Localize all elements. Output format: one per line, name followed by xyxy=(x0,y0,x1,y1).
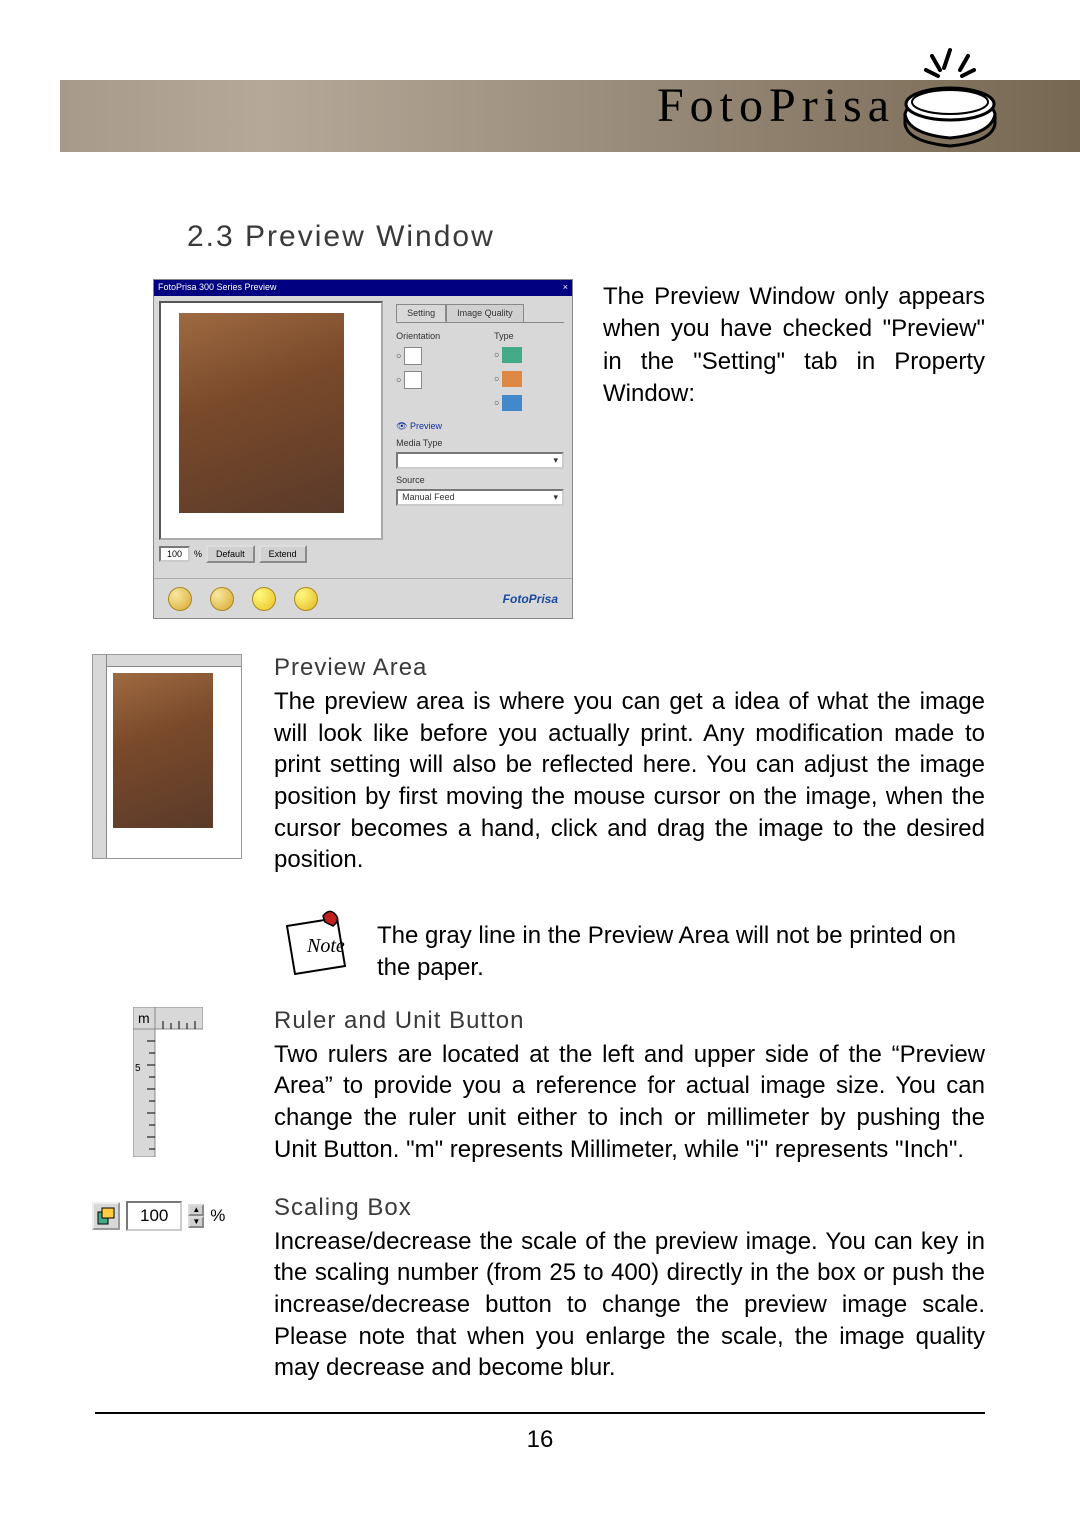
titlebar-text: FotoPrisa 300 Series Preview xyxy=(158,282,277,294)
scaling-heading: Scaling Box xyxy=(274,1194,985,1222)
window-body: 100 % Default Extend Setting Image Quali… xyxy=(154,296,572,578)
brand-text: FotoPrisa xyxy=(657,78,895,133)
note-text: The gray line in the Preview Area will n… xyxy=(377,904,985,985)
scaling-thumb: 100 ▲ ▼ % xyxy=(92,1194,244,1238)
ruler-text: Two rulers are located at the left and u… xyxy=(274,1039,985,1166)
page-header: FotoPrisa xyxy=(0,0,1080,180)
scaling-text: Increase/decrease the scale of the previ… xyxy=(274,1226,985,1384)
media-type-label: Media Type xyxy=(396,438,442,448)
source-label: Source xyxy=(396,475,425,485)
preview-window-screenshot: FotoPrisa 300 Series Preview × 100 % Def… xyxy=(153,279,573,619)
type-label: Type xyxy=(494,331,564,341)
percent-label: % xyxy=(210,1206,225,1226)
preview-left-panel: 100 % Default Extend xyxy=(154,296,388,578)
portrait-icon xyxy=(404,347,422,365)
preview-right-panel: Setting Image Quality Orientation Type ○… xyxy=(388,296,572,578)
preview-area-thumb-frame xyxy=(92,654,242,859)
preview-photo xyxy=(179,313,344,513)
preview-area-section: Preview Area The preview area is where y… xyxy=(95,654,985,876)
tab-row: Setting Image Quality xyxy=(396,304,564,323)
scaling-value: 100 xyxy=(126,1201,182,1231)
eye-icon: 👁 xyxy=(396,421,407,431)
setting-grid: Orientation Type ○ ○ ○ ○ ○ xyxy=(396,331,564,411)
ruler-heading: Ruler and Unit Button xyxy=(274,1007,985,1035)
action-button-2 xyxy=(210,587,234,611)
scaling-icon xyxy=(92,1202,120,1230)
svg-text:5: 5 xyxy=(135,1063,141,1074)
page-number: 16 xyxy=(0,1426,1080,1454)
media-type-dropdown: ▾ xyxy=(396,452,564,469)
action-button-1 xyxy=(168,587,192,611)
preview-area-thumb-photo xyxy=(113,673,213,828)
footer-rule xyxy=(95,1412,985,1414)
orientation-label: Orientation xyxy=(396,331,482,341)
unit-label: m xyxy=(138,1010,150,1026)
ruler-body: Ruler and Unit Button Two rulers are loc… xyxy=(274,1007,985,1166)
color-type-icon-2 xyxy=(502,371,522,387)
intro-row: FotoPrisa 300 Series Preview × 100 % Def… xyxy=(153,279,985,619)
spinner-icon: ▲ ▼ xyxy=(188,1204,204,1228)
ruler-section: m 5 Ruler and Un xyxy=(95,1007,985,1166)
svg-text:Note: Note xyxy=(306,935,345,957)
ruler-thumb: m 5 xyxy=(92,1007,244,1157)
default-button: Default xyxy=(206,545,255,563)
preview-check-label: Preview xyxy=(410,421,442,431)
color-type-icon-1 xyxy=(502,347,522,363)
section-heading: 2.3 Preview Window xyxy=(187,220,985,254)
tab-image-quality: Image Quality xyxy=(446,304,524,322)
tab-setting: Setting xyxy=(396,304,446,322)
intro-text: The Preview Window only appears when you… xyxy=(603,279,985,411)
note-row: Note The gray line in the Preview Area w… xyxy=(275,904,985,985)
scaling-box-icon: 100 ▲ ▼ % xyxy=(92,1194,252,1238)
scale-value: 100 xyxy=(159,546,190,562)
extend-button: Extend xyxy=(259,545,307,563)
page-content: 2.3 Preview Window FotoPrisa 300 Series … xyxy=(0,180,1080,1384)
color-type-icon-3 xyxy=(502,395,522,411)
preview-area-body: Preview Area The preview area is where y… xyxy=(274,654,985,876)
close-icon: × xyxy=(563,282,568,294)
ruler-icon: m 5 xyxy=(133,1007,203,1157)
media-type-row: Media Type ▾ xyxy=(396,438,564,469)
note-icon: Note xyxy=(275,904,355,984)
window-titlebar: FotoPrisa 300 Series Preview × xyxy=(154,280,572,296)
scaling-section: 100 ▲ ▼ % Scaling Box Increase/decrease … xyxy=(95,1194,985,1384)
source-row: Source Manual Feed▾ xyxy=(396,475,564,506)
landscape-icon xyxy=(404,371,422,389)
preview-area-heading: Preview Area xyxy=(274,654,985,682)
scanner-icon xyxy=(890,42,1010,152)
window-bottom-bar: FotoPrisa xyxy=(154,578,572,618)
preview-canvas xyxy=(159,301,383,540)
preview-area-text: The preview area is where you can get a … xyxy=(274,686,985,876)
power-button xyxy=(294,587,318,611)
help-button xyxy=(252,587,276,611)
preview-bottom-controls: 100 % Default Extend xyxy=(159,545,383,563)
preview-area-thumb xyxy=(92,654,244,859)
scaling-body: Scaling Box Increase/decrease the scale … xyxy=(274,1194,985,1384)
logo-text: FotoPrisa xyxy=(503,592,558,606)
preview-checkbox-row: 👁 Preview xyxy=(396,421,564,432)
source-dropdown: Manual Feed▾ xyxy=(396,489,564,506)
